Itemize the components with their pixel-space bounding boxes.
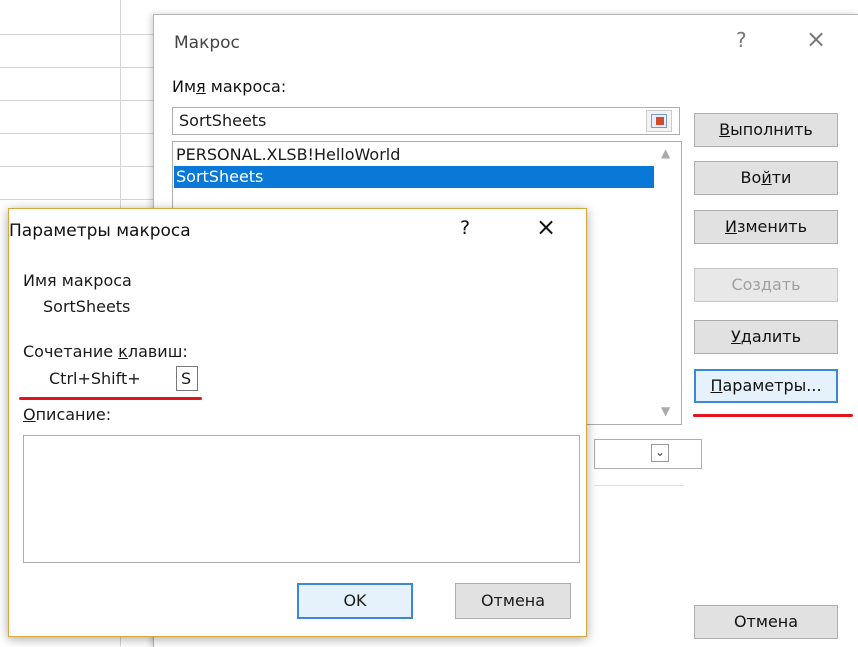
scroll-up-icon[interactable]: ▲ [661, 146, 670, 160]
ok-button[interactable]: OK [297, 583, 413, 619]
chevron-down-icon[interactable]: ⌄ [651, 444, 669, 462]
description-label: Описание: [23, 405, 112, 424]
shortcut-key-input[interactable]: S [176, 366, 198, 391]
scroll-down-icon[interactable]: ▼ [661, 404, 670, 418]
help-button[interactable]: ? [460, 217, 470, 239]
help-button[interactable]: ? [736, 28, 747, 52]
macro-name-input[interactable]: SortSheets [172, 107, 680, 135]
list-item[interactable]: PERSONAL.XLSB!HelloWorld [174, 144, 654, 166]
macro-options-dialog: Параметры макроса ? × Имя макроса SortSh… [8, 208, 587, 637]
highlight-underline [693, 414, 853, 417]
cancel-button[interactable]: Отмена [694, 605, 838, 639]
macro-name-value: SortSheets [43, 297, 131, 316]
cancel-button[interactable]: Отмена [455, 583, 571, 619]
create-button[interactable]: Создать [694, 268, 838, 302]
close-button[interactable]: × [536, 213, 556, 241]
list-item-selected[interactable]: SortSheets [174, 166, 654, 188]
delete-button[interactable]: Удалить [694, 320, 838, 354]
run-button[interactable]: Выполнить [694, 113, 838, 147]
dialog-title: Макрос [174, 33, 240, 53]
description-input[interactable] [23, 435, 580, 563]
highlight-underline [19, 397, 202, 400]
step-into-button[interactable]: Войти [694, 161, 838, 195]
options-button[interactable]: Параметры... [694, 369, 838, 403]
shortcut-prefix: Ctrl+Shift+ [49, 369, 141, 388]
macros-in-select[interactable] [594, 439, 702, 469]
close-button[interactable]: × [806, 25, 826, 53]
macro-name-label: Имя макроса [23, 271, 132, 290]
shortcut-label: Сочетание клавиш: [23, 342, 188, 361]
dialog-title: Параметры макроса [9, 221, 191, 241]
divider [594, 485, 684, 486]
macro-name-label: Имя макроса: [172, 77, 287, 96]
collapse-dialog-icon[interactable] [646, 110, 672, 132]
edit-button[interactable]: Изменить [694, 210, 838, 244]
